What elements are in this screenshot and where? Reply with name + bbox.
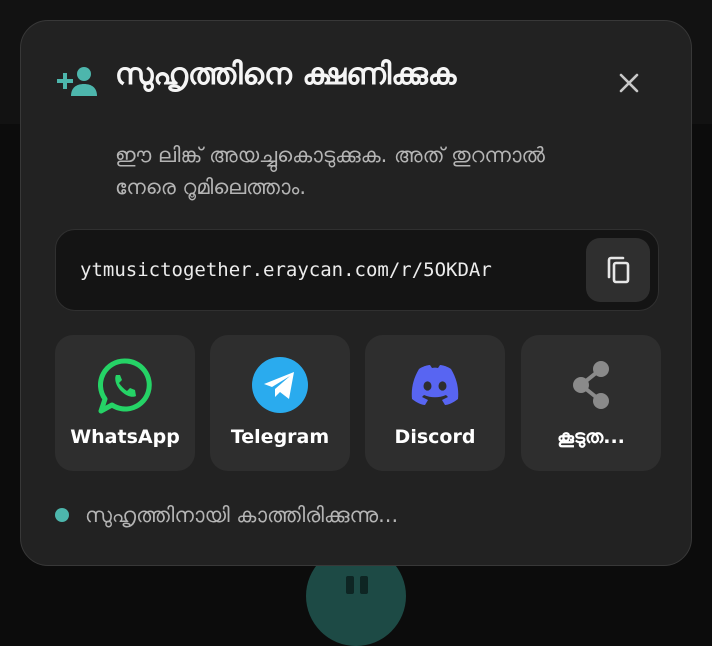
share-option-label: WhatsApp xyxy=(70,426,180,448)
discord-icon xyxy=(411,365,459,405)
copy-icon xyxy=(607,256,630,284)
waiting-status: സുഹൃത്തിനായി കാത്തിരിക്കുന്നു... xyxy=(55,499,615,531)
invite-link-text[interactable]: ytmusictogether.eraycan.com/r/5OKDAr xyxy=(80,258,570,282)
share-telegram-button[interactable]: Telegram xyxy=(210,335,350,471)
close-button[interactable] xyxy=(611,65,647,101)
share-whatsapp-button[interactable]: WhatsApp xyxy=(55,335,195,471)
share-option-label: Telegram xyxy=(230,426,330,448)
status-indicator-dot xyxy=(55,508,69,522)
dialog-subtitle: ഈ ലിങ്ക് അയച്ചുകൊടുക്കുക. അത് തുറന്നാൽ ന… xyxy=(115,143,545,199)
dialog-title: സുഹൃത്തിനെ ക്ഷണിക്കുക xyxy=(115,57,457,92)
person-add-icon xyxy=(57,67,97,96)
share-options: WhatsApp Telegram Discord കൂടുത... xyxy=(55,335,661,471)
invite-friend-dialog: സുഹൃത്തിനെ ക്ഷണിക്കുക ഈ ലിങ്ക് അയച്ചുകൊട… xyxy=(20,20,692,566)
share-option-label: Discord xyxy=(394,426,476,448)
whatsapp-icon xyxy=(97,358,152,414)
share-discord-button[interactable]: Discord xyxy=(365,335,505,471)
close-icon xyxy=(619,73,639,93)
copy-link-button[interactable] xyxy=(586,238,650,302)
invite-link-field[interactable]: ytmusictogether.eraycan.com/r/5OKDAr xyxy=(55,229,659,311)
telegram-icon xyxy=(252,357,308,413)
share-more-button[interactable]: കൂടുത... xyxy=(521,335,661,471)
share-icon xyxy=(573,361,609,409)
status-text: സുഹൃത്തിനായി കാത്തിരിക്കുന്നു... xyxy=(85,503,399,527)
share-option-label: കൂടുത... xyxy=(557,426,625,448)
